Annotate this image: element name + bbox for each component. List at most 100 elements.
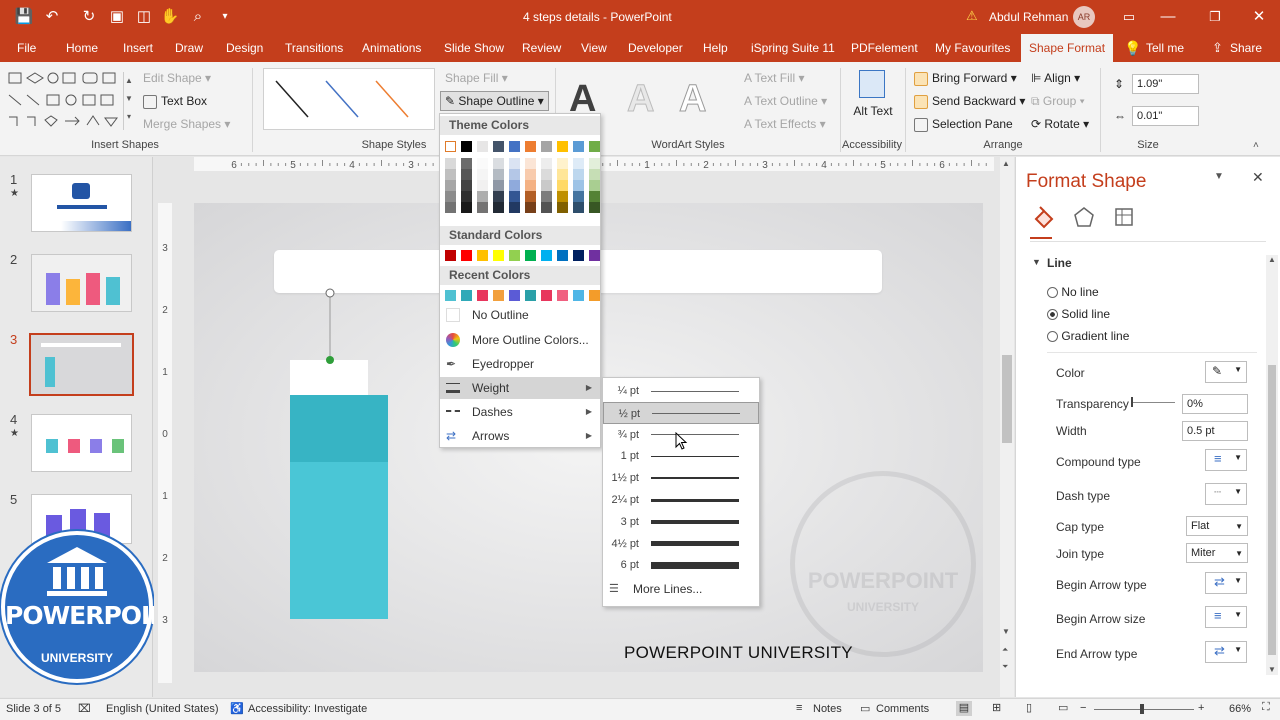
user-name[interactable]: Abdul Rehman xyxy=(989,10,1068,24)
theme-color-shade[interactable] xyxy=(573,191,584,202)
slide-sorter-icon[interactable]: ⊞ xyxy=(992,701,1001,714)
shapes-gallery[interactable] xyxy=(7,70,135,130)
undo-icon[interactable]: ↶ xyxy=(42,7,62,27)
standard-color-swatch[interactable] xyxy=(477,250,488,261)
print-preview-icon[interactable]: ⌕ xyxy=(188,7,208,27)
tab-developer[interactable]: Developer xyxy=(628,34,683,62)
zoom-level[interactable]: 66% xyxy=(1229,703,1251,715)
theme-color-shade[interactable] xyxy=(589,180,600,191)
theme-color-shade[interactable] xyxy=(461,180,472,191)
theme-color-shade[interactable] xyxy=(445,180,456,191)
zoom-out-icon[interactable]: − xyxy=(1080,702,1086,714)
transparency-slider-thumb[interactable] xyxy=(1131,397,1133,407)
tab-view[interactable]: View xyxy=(581,34,607,62)
weight-option[interactable]: 6 pt xyxy=(603,554,759,576)
shape-width-input[interactable]: 0.01" xyxy=(1132,106,1199,126)
more-lines-item[interactable]: ☰ More Lines... xyxy=(603,578,759,600)
more-outline-colors-item[interactable]: More Outline Colors... xyxy=(440,329,600,351)
theme-color-swatch[interactable] xyxy=(509,141,520,152)
theme-color-shade[interactable] xyxy=(461,169,472,180)
theme-color-shade[interactable] xyxy=(557,158,568,169)
recent-color-swatch[interactable] xyxy=(573,290,584,301)
recent-color-swatch[interactable] xyxy=(445,290,456,301)
theme-color-shade[interactable] xyxy=(573,180,584,191)
no-outline-item[interactable]: No Outline xyxy=(440,304,600,326)
theme-color-swatch[interactable] xyxy=(573,141,584,152)
minimize-icon[interactable]: — xyxy=(1158,7,1178,27)
recent-color-swatch[interactable] xyxy=(461,290,472,301)
touch-mode-icon[interactable]: ✋ xyxy=(160,7,180,27)
pane-scroll-thumb[interactable] xyxy=(1268,365,1276,655)
shape-styles-gallery[interactable] xyxy=(263,68,435,130)
customize-qat-icon[interactable]: ▾ xyxy=(215,7,235,27)
theme-color-shade[interactable] xyxy=(461,191,472,202)
theme-color-shade[interactable] xyxy=(445,158,456,169)
theme-color-shade[interactable] xyxy=(589,169,600,180)
fill-line-tab-icon[interactable] xyxy=(1032,205,1056,229)
text-fill-button[interactable]: A Text Fill ▾ xyxy=(744,69,805,87)
end-arrow-type-dropdown[interactable]: ⇄ ▼ xyxy=(1205,641,1247,663)
theme-color-shade[interactable] xyxy=(445,169,456,180)
dash-type-dropdown[interactable]: ┄ ▼ xyxy=(1205,483,1247,505)
prev-slide-icon[interactable]: ⏶ xyxy=(1002,645,1008,655)
theme-color-shade[interactable] xyxy=(541,169,552,180)
scroll-up-icon[interactable]: ▲ xyxy=(1002,159,1010,168)
pane-close-icon[interactable]: ✕ xyxy=(1252,169,1264,186)
theme-color-shade[interactable] xyxy=(445,191,456,202)
fit-slide-icon[interactable]: ⛶ xyxy=(1262,701,1270,714)
ribbon-display-icon[interactable]: ▭ xyxy=(1119,7,1139,27)
width-input[interactable]: 0.5 pt xyxy=(1182,421,1248,441)
weight-option[interactable]: ½ pt xyxy=(603,401,759,424)
theme-color-shade[interactable] xyxy=(509,158,520,169)
slide-thumb-4[interactable] xyxy=(31,414,132,472)
size-properties-tab-icon[interactable] xyxy=(1112,205,1136,229)
effects-tab-icon[interactable] xyxy=(1072,205,1096,229)
text-outline-button[interactable]: A Text Outline ▾ xyxy=(744,92,827,110)
theme-color-shade[interactable] xyxy=(525,202,536,213)
tab-review[interactable]: Review xyxy=(522,34,561,62)
slideshow-view-icon[interactable]: ▭ xyxy=(1058,701,1068,714)
theme-color-swatch[interactable] xyxy=(461,141,472,152)
tab-ispring[interactable]: iSpring Suite 11 xyxy=(751,34,835,62)
transparency-slider[interactable] xyxy=(1131,397,1175,407)
standard-color-swatch[interactable] xyxy=(525,250,536,261)
theme-color-swatch[interactable] xyxy=(589,141,600,152)
theme-color-shade[interactable] xyxy=(525,191,536,202)
weight-option[interactable]: 4½ pt xyxy=(603,533,759,555)
rotate-button[interactable]: ⟳ Rotate ▾ xyxy=(1031,115,1089,133)
pane-scroll-down-icon[interactable]: ▼ xyxy=(1268,665,1276,674)
zoom-in-icon[interactable]: + xyxy=(1198,702,1204,714)
arrows-item[interactable]: ⇄ Arrows ▶ xyxy=(440,425,600,447)
save-icon[interactable]: 💾 xyxy=(14,7,34,27)
weight-option[interactable]: 2¼ pt xyxy=(603,489,759,511)
theme-color-shade[interactable] xyxy=(525,169,536,180)
theme-color-shade[interactable] xyxy=(525,158,536,169)
theme-color-shade[interactable] xyxy=(493,169,504,180)
shape-height-input[interactable]: 1.09" xyxy=(1132,74,1199,94)
theme-color-shade[interactable] xyxy=(445,202,456,213)
theme-color-swatch[interactable] xyxy=(477,141,488,152)
pane-options-icon[interactable]: ▼ xyxy=(1214,171,1224,182)
no-line-radio[interactable]: No line xyxy=(1047,285,1099,299)
theme-color-shade[interactable] xyxy=(541,158,552,169)
theme-color-shade[interactable] xyxy=(573,169,584,180)
alt-text-button[interactable]: Alt Text xyxy=(853,68,893,138)
weight-option[interactable]: 1½ pt xyxy=(603,467,759,489)
theme-color-shade[interactable] xyxy=(477,158,488,169)
tab-home[interactable]: Home xyxy=(66,34,98,62)
pane-scrollbar[interactable]: ▲ ▼ xyxy=(1266,255,1278,675)
standard-color-swatch[interactable] xyxy=(445,250,456,261)
merge-shapes-button[interactable]: Merge Shapes ▾ xyxy=(143,115,230,133)
pane-scroll-up-icon[interactable]: ▲ xyxy=(1268,255,1276,264)
theme-color-shade[interactable] xyxy=(493,191,504,202)
theme-color-shade[interactable] xyxy=(541,202,552,213)
theme-color-swatch[interactable] xyxy=(525,141,536,152)
compound-type-dropdown[interactable]: ≡ ▼ xyxy=(1205,449,1247,471)
slide-thumb-1[interactable] xyxy=(31,174,132,232)
close-icon[interactable]: ✕ xyxy=(1249,7,1269,27)
theme-color-shade[interactable] xyxy=(477,202,488,213)
theme-color-shade[interactable] xyxy=(477,169,488,180)
redo-icon[interactable]: ↻ xyxy=(79,7,99,27)
avatar[interactable]: AR xyxy=(1073,6,1095,28)
transparency-input[interactable]: 0% xyxy=(1182,394,1248,414)
